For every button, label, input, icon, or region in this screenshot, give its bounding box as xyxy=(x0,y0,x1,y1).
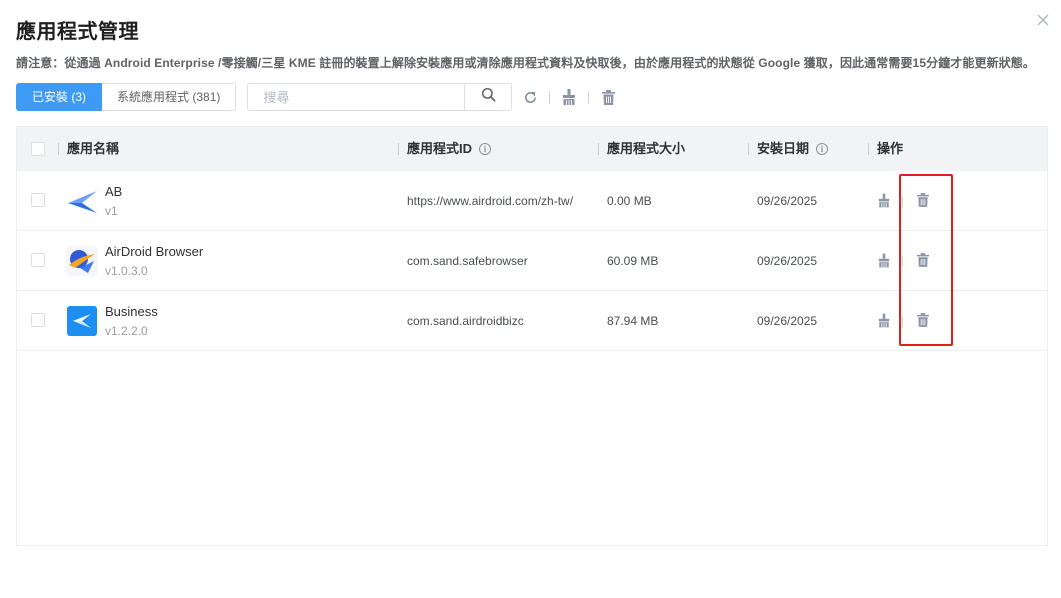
search-box xyxy=(247,83,513,111)
tab-group: 已安裝 (3) 系統應用程式 (381) xyxy=(16,83,237,111)
select-all-checkbox[interactable] xyxy=(31,142,45,156)
column-header-date[interactable]: 安裝日期 i xyxy=(757,127,829,171)
row-checkbox[interactable] xyxy=(31,193,45,207)
app-name: AB xyxy=(105,184,123,199)
app-version: v1.0.3.0 xyxy=(105,264,148,278)
action-divider xyxy=(902,316,903,327)
toolbar-divider xyxy=(588,90,590,104)
notice-text: 請注意：從通過 Android Enterprise /零接觸/三星 KME 註… xyxy=(16,56,1036,70)
column-divider xyxy=(398,143,399,155)
broom-icon[interactable] xyxy=(878,313,892,329)
column-header-name[interactable]: 應用名稱 xyxy=(67,127,119,171)
table-row: AirDroid Browser v1.0.3.0 com.sand.safeb… xyxy=(17,231,1047,291)
broom-icon[interactable] xyxy=(561,89,577,105)
trash-icon[interactable] xyxy=(600,89,616,105)
refresh-icon[interactable] xyxy=(522,89,538,105)
tab-system-apps[interactable]: 系統應用程式 (381) xyxy=(102,83,237,111)
info-icon[interactable]: i xyxy=(479,143,492,155)
toolbar-divider xyxy=(549,90,551,104)
column-header-date-label: 安裝日期 xyxy=(757,141,810,156)
table-header: 應用名稱 應用程式ID i 應用程式大小 安裝日期 i 操作 xyxy=(17,127,1047,171)
row-checkbox[interactable] xyxy=(31,313,45,327)
install-date: 09/26/2025 xyxy=(757,314,818,328)
table-row: AB v1 https://www.airdroid.com/zh-tw/ 0.… xyxy=(17,171,1047,231)
dialog-title: 應用程式管理 xyxy=(16,21,139,43)
search-input[interactable] xyxy=(248,84,465,110)
install-date: 09/26/2025 xyxy=(757,254,818,268)
action-divider xyxy=(902,196,903,207)
trash-icon[interactable] xyxy=(917,313,931,329)
app-name: AirDroid Browser xyxy=(105,244,204,259)
app-id: com.sand.safebrowser xyxy=(407,254,528,268)
table-row: Business v1.2.2.0 com.sand.airdroidbizc … xyxy=(17,291,1047,351)
column-header-size[interactable]: 應用程式大小 xyxy=(607,127,685,171)
app-id: com.sand.airdroidbizc xyxy=(407,314,524,328)
app-size: 60.09 MB xyxy=(607,254,659,268)
info-icon[interactable]: i xyxy=(816,143,829,155)
row-checkbox[interactable] xyxy=(31,253,45,267)
app-size: 87.94 MB xyxy=(607,314,659,328)
action-divider xyxy=(902,256,903,267)
toolbar: 已安裝 (3) 系統應用程式 (381) xyxy=(16,83,616,111)
column-header-app-id[interactable]: 應用程式ID i xyxy=(407,127,492,171)
close-icon[interactable] xyxy=(1035,12,1051,28)
airdroid-browser-app-icon xyxy=(66,246,98,276)
broom-icon[interactable] xyxy=(878,253,892,269)
trash-icon[interactable] xyxy=(917,193,931,209)
apps-table: 應用名稱 應用程式ID i 應用程式大小 安裝日期 i 操作 AB v1 htt… xyxy=(16,126,1048,546)
column-divider xyxy=(58,143,59,155)
app-id: https://www.airdroid.com/zh-tw/ xyxy=(407,194,574,208)
column-divider xyxy=(868,143,869,155)
install-date: 09/26/2025 xyxy=(757,194,818,208)
app-size: 0.00 MB xyxy=(607,194,652,208)
column-header-actions: 操作 xyxy=(877,141,904,156)
business-app-icon xyxy=(66,306,98,336)
search-button[interactable] xyxy=(464,84,511,110)
column-header-app-id-label: 應用程式ID xyxy=(407,141,473,156)
app-name: Business xyxy=(105,304,158,319)
column-divider xyxy=(748,143,749,155)
app-version: v1 xyxy=(105,204,118,218)
tab-installed[interactable]: 已安裝 (3) xyxy=(16,83,103,111)
trash-icon[interactable] xyxy=(917,253,931,269)
app-version: v1.2.2.0 xyxy=(105,324,148,338)
column-divider xyxy=(598,143,599,155)
search-icon xyxy=(481,87,496,107)
broom-icon[interactable] xyxy=(878,193,892,209)
ab-app-icon xyxy=(66,186,98,216)
